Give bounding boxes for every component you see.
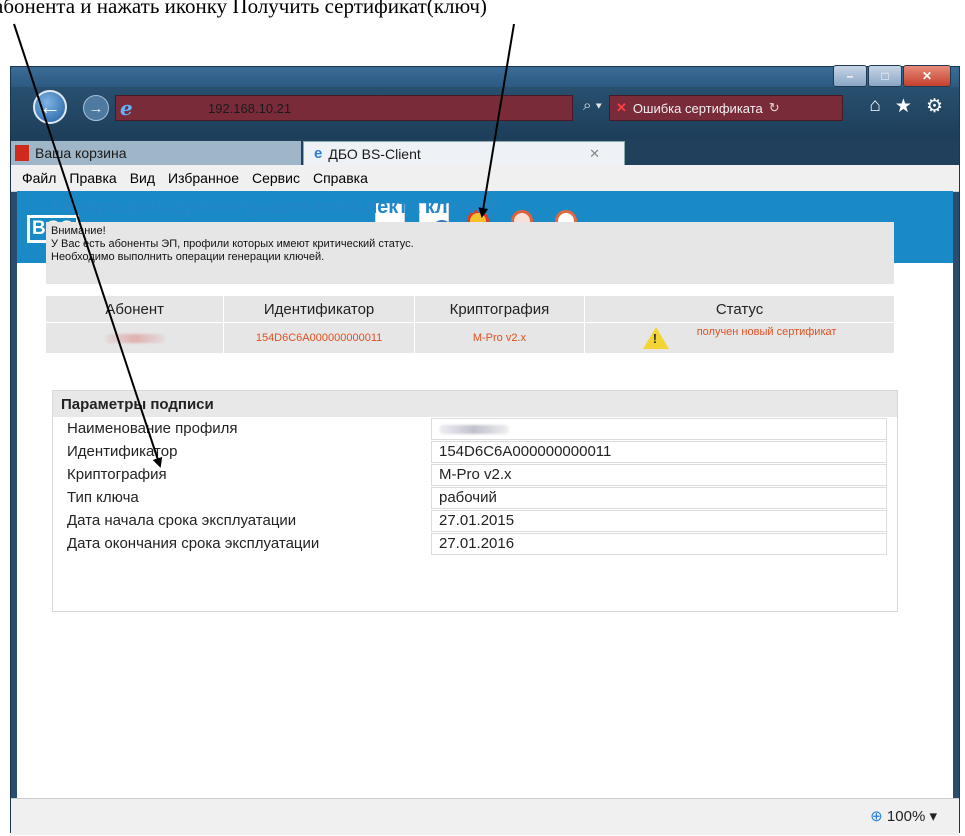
param-value: 154D6C6A000000000011: [431, 441, 887, 463]
alert-line: У Вас есть абоненты ЭП, профили которых …: [51, 238, 414, 250]
param-row: Дата начала срока эксплуатации 27.01.201…: [53, 510, 897, 532]
cart-site-icon: [15, 145, 29, 161]
header-status: Статус: [715, 300, 764, 318]
warning-icon: [642, 327, 669, 349]
menu-favorites[interactable]: Избранное: [168, 170, 239, 186]
status-text: получен новый сертификат: [696, 326, 837, 338]
param-label: Идентификатор: [67, 443, 178, 460]
menu-view[interactable]: Вид: [130, 170, 155, 186]
menu-edit[interactable]: Правка: [69, 170, 116, 186]
refresh-icon[interactable]: ↻: [769, 100, 780, 116]
table-row[interactable]: 154D6C6A000000000011 M-Pro v2.x получен …: [46, 322, 894, 353]
redacted-name: [104, 333, 165, 343]
param-label: Дата окончания срока эксплуатации: [67, 535, 320, 552]
instruction-caption: абонента и нажать иконку Получить сертиф…: [0, 0, 487, 18]
close-tab-icon[interactable]: ✕: [589, 146, 600, 162]
alert-line: Внимание!: [51, 225, 106, 237]
table-header: Абонент Идентификатор Криптография Стату…: [46, 296, 894, 322]
chevron-down-icon: ▾: [929, 808, 937, 825]
signature-params-panel: Параметры подписи Наименование профиля И…: [52, 390, 898, 612]
favorites-star-icon[interactable]: ★: [895, 95, 912, 118]
close-window-button[interactable]: ✕: [903, 65, 951, 87]
param-value: рабочий: [431, 487, 887, 509]
navigation-bar: ← → e 192.168.10.21 ⌕ ▾ ✕ Ошибка сертифи…: [11, 87, 959, 139]
header-crypto: Криптография: [415, 296, 586, 322]
param-value: 27.01.2015: [431, 510, 887, 532]
certificate-error-indicator[interactable]: ✕ Ошибка сертификата ↻: [609, 95, 843, 121]
tab-label: ДБО BS-Client: [328, 145, 421, 162]
menu-tools[interactable]: Сервис: [252, 170, 300, 186]
title-bar: – □ ✕: [11, 65, 959, 87]
tab-strip: Ваша корзина e ДБО BS-Client ✕: [11, 139, 959, 165]
cert-error-label: Ошибка сертификата: [632, 100, 763, 116]
tab-dbo-bs-client[interactable]: e ДБО BS-Client ✕: [303, 141, 625, 165]
ie-icon: e: [120, 96, 133, 120]
header-identifier: Идентификатор: [224, 296, 415, 322]
params-title: Параметры подписи: [53, 391, 897, 417]
forward-button[interactable]: →: [83, 95, 109, 121]
menu-help[interactable]: Справка: [313, 170, 368, 186]
tab-cart[interactable]: Ваша корзина: [11, 141, 301, 165]
status-cell[interactable]: получен новый сертификат: [585, 323, 894, 353]
crypto-cell[interactable]: M-Pro v2.x: [415, 323, 586, 353]
param-row: Идентификатор 154D6C6A000000000011: [53, 441, 897, 463]
subscriber-cell[interactable]: [46, 323, 225, 353]
status-bar: ⊕ 100% ▾: [11, 798, 959, 835]
subscribers-table: Абонент Идентификатор Криптография Стату…: [46, 296, 894, 353]
param-row: Криптография M-Pro v2.x: [53, 464, 897, 486]
param-label: Тип ключа: [67, 489, 139, 506]
zoom-level: 100%: [886, 808, 926, 825]
param-label: Наименование профиля: [67, 420, 238, 437]
header-subscriber: Абонент: [46, 296, 225, 322]
param-value: 27.01.2016: [431, 533, 887, 555]
maximize-button[interactable]: □: [868, 65, 902, 87]
menu-bar: Файл Правка Вид Избранное Сервис Справка: [11, 165, 959, 192]
ie-tab-icon: e: [314, 145, 323, 162]
param-label: Дата начала срока эксплуатации: [67, 512, 297, 529]
search-dropdown-icon[interactable]: ⌕ ▾: [583, 97, 602, 114]
redacted-profile: [439, 425, 509, 434]
home-icon[interactable]: ⌂: [869, 95, 880, 118]
param-value: M-Pro v2.x: [431, 464, 887, 486]
browser-nav-icons: ⌂ ★ ⚙: [869, 95, 943, 118]
page-title: Генерация/перегенерация комплекта ключей: [52, 196, 500, 218]
param-label: Криптография: [67, 466, 167, 483]
error-x-icon: ✕: [616, 100, 627, 115]
address-bar[interactable]: e 192.168.10.21: [115, 95, 573, 121]
zoom-control[interactable]: ⊕ 100% ▾: [870, 807, 937, 825]
param-value-profile: [431, 418, 887, 440]
zoom-icon: ⊕: [870, 808, 883, 825]
identifier-cell[interactable]: 154D6C6A000000000011: [224, 323, 415, 353]
param-row: Тип ключа рабочий: [53, 487, 897, 509]
critical-status-alert: Внимание! У Вас есть абоненты ЭП, профил…: [46, 222, 894, 284]
tab-label: Ваша корзина: [35, 145, 127, 161]
gear-icon[interactable]: ⚙: [926, 95, 943, 118]
param-row: Дата окончания срока эксплуатации 27.01.…: [53, 533, 897, 555]
param-row: Наименование профиля: [53, 418, 897, 440]
url-text: 192.168.10.21: [208, 100, 292, 116]
menu-file[interactable]: Файл: [22, 170, 56, 186]
window-controls: – □ ✕: [833, 65, 951, 87]
back-button[interactable]: ←: [33, 90, 67, 124]
minimize-button[interactable]: –: [833, 65, 867, 87]
alert-line: Необходимо выполнить операции генерации …: [51, 251, 325, 263]
